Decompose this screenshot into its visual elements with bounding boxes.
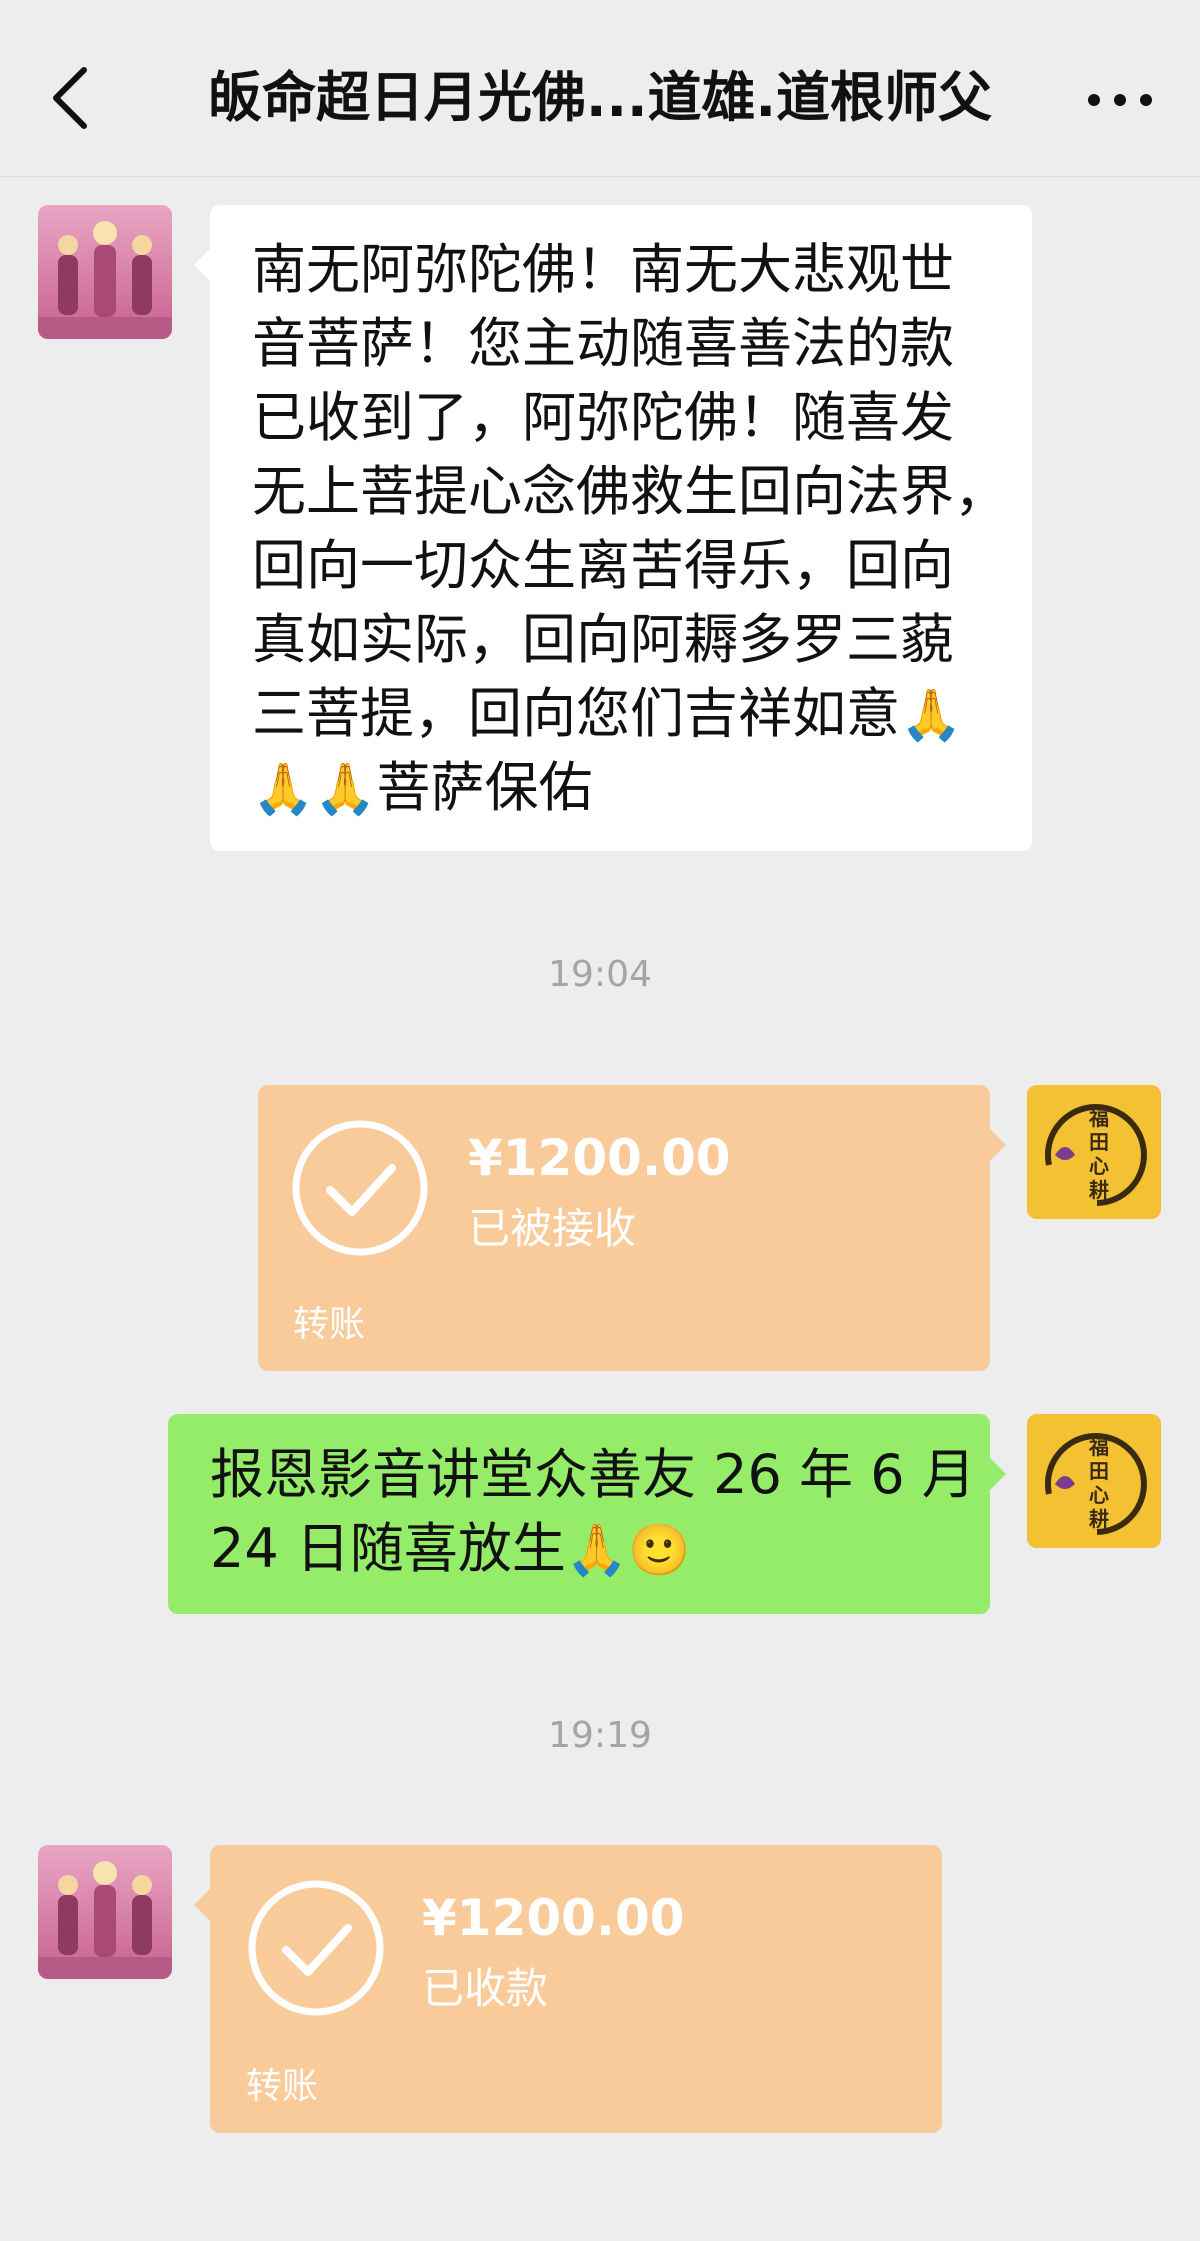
chat-header: 皈命超日月光佛...道雄.道根师父 [0, 0, 1200, 177]
message-bubble[interactable]: 报恩影音讲堂众善友 26 年 6 月 24 日随喜放生🙏🙂 [168, 1414, 1006, 1614]
bubble-tail [194, 1889, 210, 1921]
more-button[interactable] [1080, 60, 1160, 140]
svg-text:心: 心 [1089, 1154, 1109, 1178]
svg-text:福: 福 [1088, 1435, 1109, 1459]
pray-hands-icon: 🙏 [314, 760, 377, 818]
transfer-card[interactable]: ¥1200.00 已收款 转账 [194, 1845, 942, 2133]
message-text: 报恩影音讲堂众善友 26 年 6 月 24 日随喜放生🙏🙂 [210, 1443, 976, 1580]
transfer-amount: ¥1200.00 [422, 1889, 685, 1947]
svg-text:耕: 耕 [1089, 1507, 1109, 1531]
transfer-amount: ¥1200.00 [468, 1129, 731, 1187]
back-button[interactable] [40, 58, 104, 138]
transfer-status: 已被接收 [468, 1204, 637, 1253]
bubble-tail [990, 1458, 1006, 1490]
timestamp: 19:19 [548, 1715, 652, 1756]
my-avatar[interactable]: 福 田 心 耕 [1027, 1414, 1161, 1548]
check-icon [248, 1880, 384, 2016]
back-icon [53, 67, 87, 129]
chat-title: 皈命超日月光佛...道雄.道根师父 [207, 66, 993, 129]
transfer-label: 转账 [293, 1304, 366, 1345]
more-icon [1088, 94, 1152, 106]
contact-avatar[interactable] [38, 205, 172, 339]
transfer-card[interactable]: ¥1200.00 已被接收 转账 [258, 1085, 1006, 1371]
timestamp: 19:04 [548, 954, 652, 995]
transfer-status: 已收款 [422, 1964, 549, 2013]
my-avatar[interactable]: 福 田 心 耕 [1027, 1085, 1161, 1219]
svg-text:田: 田 [1089, 1130, 1109, 1154]
buddha-image-icon [38, 1845, 172, 1979]
calligraphy-logo-icon: 福 田 心 耕 [1027, 1085, 1161, 1219]
calligraphy-logo-icon: 福 田 心 耕 [1027, 1414, 1161, 1548]
pray-hands-icon: 🙏 [565, 1521, 629, 1579]
check-icon [292, 1120, 428, 1256]
svg-text:福: 福 [1088, 1106, 1109, 1130]
svg-text:田: 田 [1089, 1459, 1109, 1483]
buddha-image-icon [38, 205, 172, 339]
bubble-tail [990, 1129, 1006, 1161]
svg-text:心: 心 [1089, 1483, 1109, 1507]
transfer-label: 转账 [246, 2066, 319, 2107]
message-text: 南无阿弥陀佛！南无大悲观世 音菩萨！您主动随喜善法的款 已收到了，阿弥陀佛！随喜… [252, 238, 1008, 819]
message-bubble[interactable]: 南无阿弥陀佛！南无大悲观世 音菩萨！您主动随喜善法的款 已收到了，阿弥陀佛！随喜… [194, 205, 1032, 851]
pray-hands-icon: 🙏 [900, 686, 963, 744]
pray-hands-icon: 🙏 [252, 760, 315, 818]
svg-text:耕: 耕 [1089, 1178, 1109, 1202]
smile-icon: 🙂 [628, 1521, 691, 1579]
bubble-tail [194, 249, 210, 281]
contact-avatar[interactable] [38, 1845, 172, 1979]
